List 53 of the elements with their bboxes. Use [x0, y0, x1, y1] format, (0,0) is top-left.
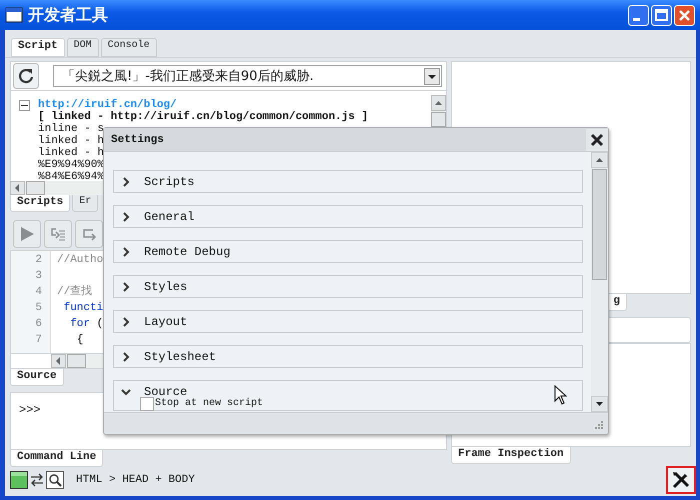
tab[interactable]: DOM	[66, 38, 99, 57]
line-number: 7	[34, 333, 42, 348]
run-button[interactable]	[13, 220, 41, 248]
line-number: 5	[34, 301, 42, 316]
tab[interactable]: Console	[100, 38, 157, 57]
tab[interactable]: Er	[72, 195, 98, 212]
line-number: 6	[34, 317, 42, 332]
window-title: 开发者工具	[28, 4, 109, 26]
code-line: {	[76, 333, 84, 348]
checkbox[interactable]	[140, 396, 154, 410]
step-over-button[interactable]	[75, 220, 103, 248]
section-header[interactable]: Scripts	[144, 174, 194, 188]
section-header[interactable]: General	[144, 210, 194, 224]
swap-arrows-icon[interactable]	[30, 471, 44, 489]
section-header[interactable]: Stylesheet	[144, 350, 216, 364]
minimize-button[interactable]	[628, 4, 649, 26]
section-header[interactable]: Layout	[144, 314, 188, 328]
tools-icon	[671, 470, 691, 490]
script-dropdown[interactable]: 「尖鋭之風!」-我们正感受来自90后的威胁.	[53, 65, 442, 87]
tab[interactable]: Command Line	[10, 450, 104, 467]
dialog-title: Settings	[111, 134, 164, 146]
refresh-button[interactable]	[13, 63, 39, 89]
inspect-icon[interactable]	[46, 471, 64, 489]
code-line: for (	[69, 317, 104, 332]
command-prompt: >>>	[19, 403, 41, 417]
code-line: //查找	[57, 284, 94, 300]
breadcrumb: HTML > HEAD + BODY	[76, 474, 196, 486]
code-line: functi	[62, 301, 104, 316]
tab[interactable]: Script	[11, 38, 65, 57]
section-header[interactable]: Source	[144, 384, 188, 398]
vertical-scrollbar[interactable]	[591, 152, 608, 412]
tab[interactable]: Frame Inspection	[451, 447, 571, 464]
resize-grip-icon[interactable]	[594, 420, 604, 430]
script-entry[interactable]: [ linked - http://iruif.cn/blog/common/common.js ]	[19, 111, 431, 123]
line-number: 3	[34, 269, 42, 284]
code-line: //Autho	[57, 253, 104, 268]
tab[interactable]: Scripts	[10, 195, 70, 212]
step-into-button[interactable]	[44, 220, 72, 248]
collapse-toggle[interactable]	[19, 100, 30, 110]
close-button[interactable]	[586, 128, 608, 150]
mouse-pointer-icon	[554, 385, 567, 406]
window-icon	[5, 7, 23, 23]
maximize-button[interactable]	[651, 4, 672, 26]
section-header[interactable]: Styles	[144, 280, 188, 294]
line-number: 4	[34, 285, 42, 300]
window-icon[interactable]	[10, 471, 28, 489]
tools-button[interactable]	[666, 466, 696, 494]
tab[interactable]: Source	[10, 369, 64, 386]
option-label: Stop at new script	[155, 398, 264, 410]
section-header[interactable]: Remote Debug	[144, 244, 230, 258]
selected-script: 「尖鋭之風!」-我们正感受来自90后的威胁.	[62, 68, 314, 85]
page-link[interactable]: http://iruif.cn/blog/	[38, 99, 177, 111]
line-number: 2	[34, 253, 42, 268]
